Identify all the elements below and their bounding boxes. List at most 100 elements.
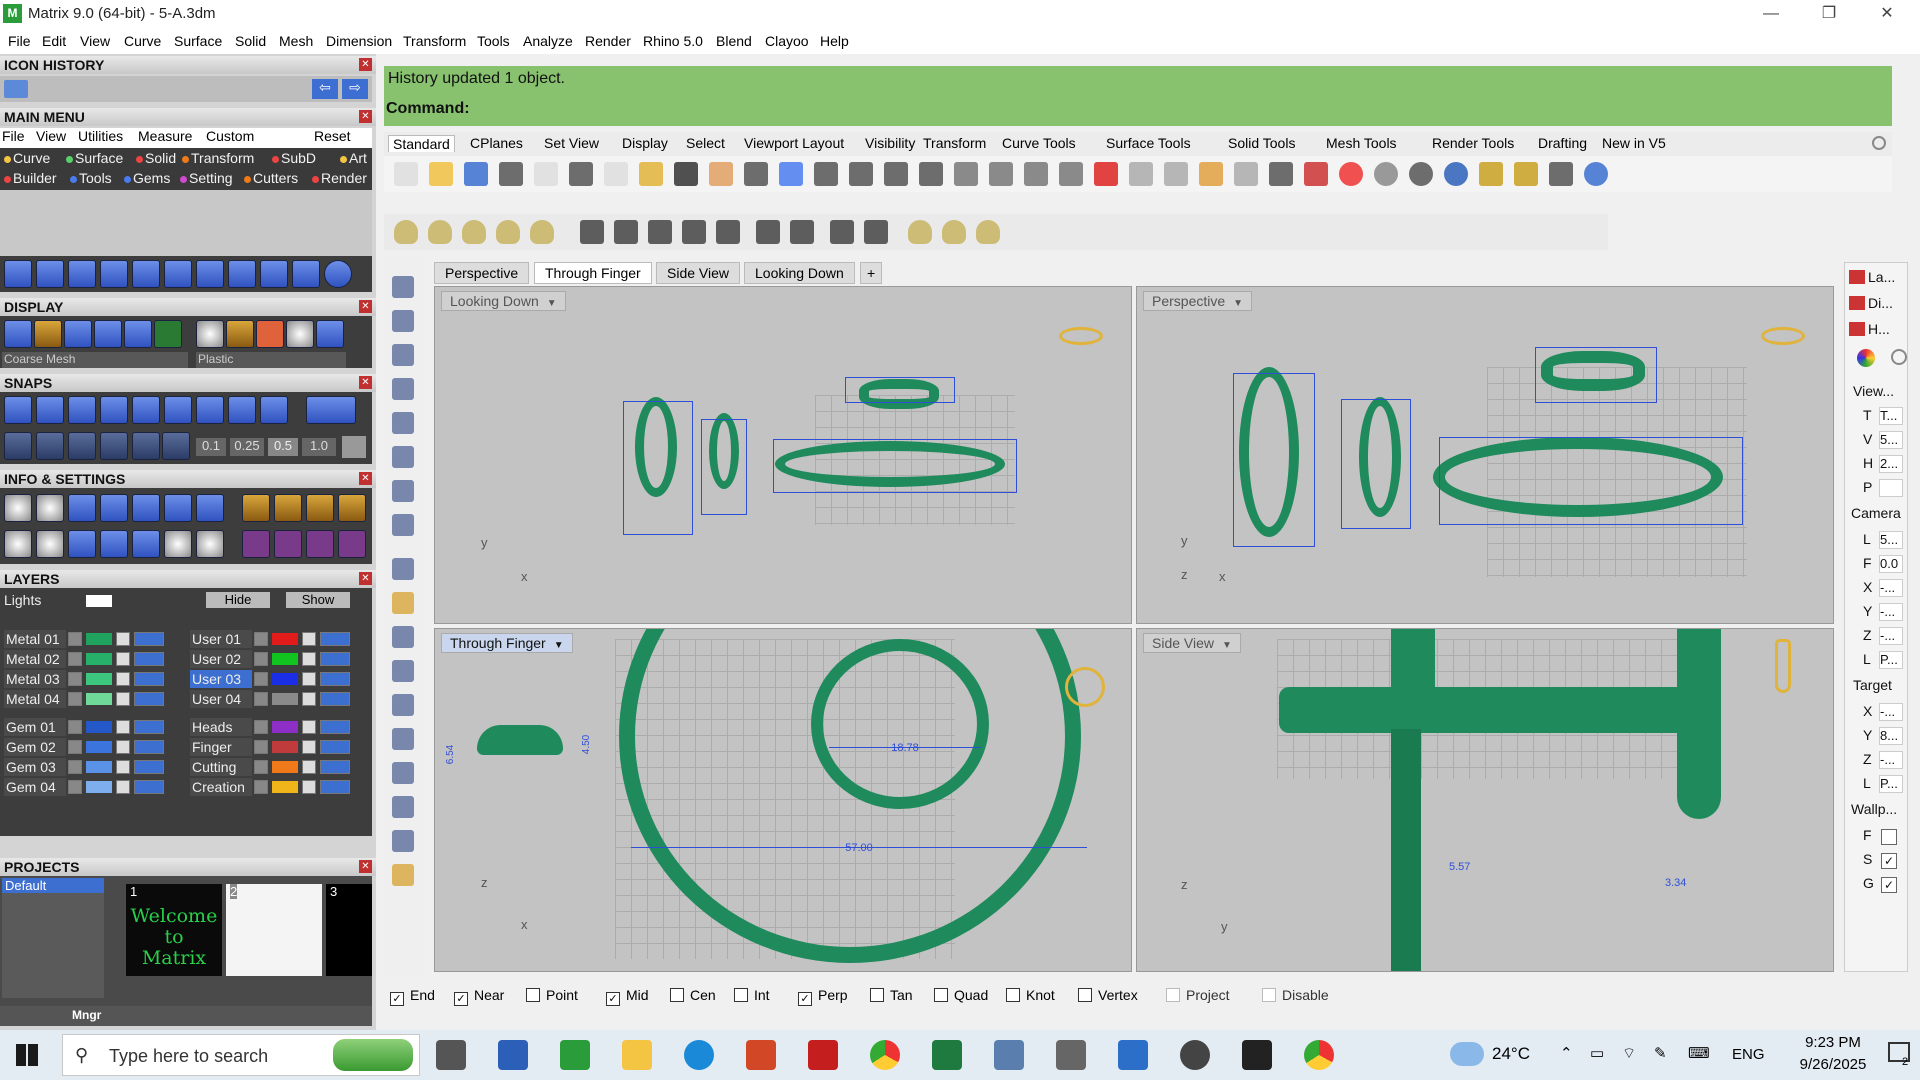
layer-row[interactable]: Gem 01 <box>0 718 180 736</box>
camera-row-value[interactable]: 5... <box>1879 531 1903 549</box>
rotate-view-icon[interactable] <box>919 162 943 186</box>
lock-icon[interactable] <box>116 692 130 706</box>
excel-icon[interactable] <box>932 1040 962 1070</box>
close-icon[interactable]: ✕ <box>359 110 372 123</box>
color-icon[interactable] <box>1857 349 1875 367</box>
search-icon[interactable] <box>36 494 64 522</box>
cat-cutters[interactable]: Cutters <box>244 170 298 186</box>
battery-icon[interactable]: ▭ <box>1590 1044 1604 1062</box>
snap-pen-icon[interactable] <box>68 432 96 460</box>
rhino-app-icon[interactable] <box>1242 1040 1272 1070</box>
chevron-down-icon[interactable]: ▼ <box>1233 298 1243 309</box>
target-row-value[interactable]: P... <box>1879 775 1903 793</box>
pan-icon[interactable] <box>709 162 733 186</box>
visibility-icon[interactable] <box>134 740 164 754</box>
settings-gear-icon[interactable] <box>4 494 32 522</box>
tab-through-finger[interactable]: Through Finger <box>534 262 652 284</box>
setting-icon[interactable] <box>274 530 302 558</box>
cat-gems[interactable]: Gems <box>124 170 170 186</box>
menu-analyze[interactable]: Analyze <box>523 33 573 49</box>
chrome-icon[interactable] <box>1304 1040 1334 1070</box>
bend-icon[interactable] <box>392 694 414 716</box>
layer-name[interactable]: Creation <box>190 778 252 796</box>
document-icon[interactable] <box>132 494 160 522</box>
lock-icon[interactable] <box>302 692 316 706</box>
temperature[interactable]: 24°C <box>1492 1044 1530 1064</box>
cat-transform[interactable]: Transform <box>182 150 254 166</box>
expand-icon[interactable] <box>254 632 268 646</box>
snap-center-icon[interactable] <box>100 396 128 424</box>
osnap-checkbox[interactable] <box>1166 988 1180 1002</box>
layer-row[interactable]: User 01 <box>186 630 366 648</box>
panel-icon[interactable] <box>196 530 224 558</box>
layer-lights-row[interactable]: Lights Hide Show <box>0 592 372 610</box>
toolbar-tab-curve-tools[interactable]: Curve Tools <box>998 135 1080 151</box>
layer-row[interactable]: Metal 01 <box>0 630 180 648</box>
gear-icon[interactable] <box>1514 162 1538 186</box>
layer-row[interactable]: Metal 04 <box>0 690 180 708</box>
visibility-icon[interactable] <box>320 652 350 666</box>
expand-icon[interactable] <box>68 672 82 686</box>
menu-curve[interactable]: Curve <box>124 33 161 49</box>
snap-planar-icon[interactable] <box>36 432 64 460</box>
viewport-label[interactable]: Looking Down ▼ <box>441 291 566 311</box>
close-icon[interactable]: ✕ <box>359 58 372 71</box>
material-icon[interactable] <box>392 864 414 886</box>
osnap-quad[interactable]: Quad <box>934 987 988 1003</box>
toolbar-tab-cplanes[interactable]: CPlanes <box>466 135 527 151</box>
material-select[interactable]: Plastic <box>196 352 346 368</box>
snap-value-1[interactable]: 0.25 <box>230 438 264 456</box>
project-thumb-3[interactable]: 3 <box>326 884 372 976</box>
osnap-checkbox[interactable]: ✓ <box>606 992 620 1006</box>
snap-knife-icon[interactable] <box>162 432 190 460</box>
lock-icon[interactable] <box>116 720 130 734</box>
task-view-icon[interactable] <box>436 1040 466 1070</box>
panel-tab[interactable]: H... <box>1849 321 1890 337</box>
snap-point-icon[interactable] <box>68 396 96 424</box>
lock-icon[interactable] <box>302 760 316 774</box>
expand-icon[interactable] <box>68 760 82 774</box>
sphere-icon[interactable] <box>392 480 414 502</box>
snap-dotted-icon[interactable] <box>100 432 128 460</box>
back-arrow-icon[interactable]: ⇦ <box>312 79 338 99</box>
toolbar-tab-new-in-v5[interactable]: New in V5 <box>1598 135 1670 151</box>
lock-icon[interactable] <box>302 740 316 754</box>
toolbar-tab-mesh-tools[interactable]: Mesh Tools <box>1322 135 1401 151</box>
pin-icon[interactable] <box>1199 162 1223 186</box>
layer-color-swatch[interactable] <box>272 781 298 793</box>
visibility-icon[interactable] <box>320 780 350 794</box>
pencil-icon[interactable] <box>164 494 192 522</box>
file-explorer-icon[interactable] <box>622 1040 652 1070</box>
layer-row[interactable]: Metal 03 <box>0 670 180 688</box>
visibility-icon[interactable] <box>320 720 350 734</box>
circle-tool-icon[interactable] <box>324 260 352 288</box>
toolbar-tab-visibility[interactable]: Visibility <box>861 135 919 151</box>
osnap-checkbox[interactable] <box>526 988 540 1002</box>
viewport-label[interactable]: Perspective ▼ <box>1143 291 1253 311</box>
toolbar-tab-drafting[interactable]: Drafting <box>1534 135 1591 151</box>
layer-row[interactable]: User 02 <box>186 650 366 668</box>
snap-mid-icon[interactable] <box>228 396 256 424</box>
layer-name[interactable]: Gem 01 <box>4 718 66 736</box>
viewport-perspective[interactable]: Perspective ▼ y z x <box>1136 286 1834 624</box>
sphere-shaded-icon[interactable] <box>1409 162 1433 186</box>
menu-clayoo[interactable]: Clayoo <box>765 33 809 49</box>
target-row-value[interactable]: 8... <box>1879 727 1903 745</box>
chevron-up-icon[interactable]: ⌃ <box>1560 1044 1573 1062</box>
lock-icon[interactable] <box>116 740 130 754</box>
osnap-cen[interactable]: Cen <box>670 987 716 1003</box>
grid-view-2-icon[interactable] <box>1024 162 1048 186</box>
toolbar-tab-transform[interactable]: Transform <box>919 135 990 151</box>
toolbar-tab-display[interactable]: Display <box>618 135 672 151</box>
spline-tool-icon[interactable] <box>68 260 96 288</box>
help-icon[interactable] <box>1584 162 1608 186</box>
close-icon[interactable]: ✕ <box>359 572 372 585</box>
bulb-hide-icon[interactable] <box>908 220 932 244</box>
layer-name[interactable]: Gem 02 <box>4 738 66 756</box>
camera-row-value[interactable]: -... <box>1879 579 1903 597</box>
layer-name[interactable]: User 03 <box>190 670 252 688</box>
mesh-quality-select[interactable]: Coarse Mesh <box>2 352 188 368</box>
snap-line-icon[interactable] <box>260 396 288 424</box>
menu-mesh[interactable]: Mesh <box>279 33 313 49</box>
snap-end-icon[interactable] <box>132 396 160 424</box>
